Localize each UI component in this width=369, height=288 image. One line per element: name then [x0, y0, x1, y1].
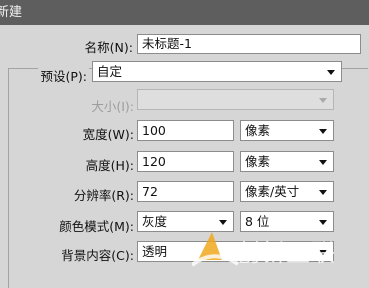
width-unit-select[interactable]: 像素 [240, 120, 334, 141]
chevron-down-icon [327, 69, 335, 75]
height-unit-value: 像素 [245, 154, 271, 169]
width-label: 宽度(W): [82, 127, 134, 142]
chevron-down-icon [219, 219, 227, 225]
name-input[interactable]: 未标题-1 [137, 34, 361, 54]
preset-select[interactable]: 自定 [92, 61, 342, 82]
width-input[interactable]: 100 [137, 120, 234, 141]
size-label: 大小(I): [91, 99, 134, 114]
chevron-down-icon [319, 97, 327, 103]
background-label: 背景内容(C): [61, 248, 134, 263]
chevron-down-icon [319, 159, 327, 165]
size-select [137, 89, 334, 110]
dialog-title-bar: 新建 [0, 0, 369, 25]
color-mode-value: 灰度 [142, 214, 168, 229]
dialog-title: 新建 [0, 5, 23, 20]
background-select[interactable]: 透明 [137, 241, 334, 262]
height-unit-select[interactable]: 像素 [240, 151, 334, 172]
resolution-unit-value: 像素/英寸 [245, 184, 300, 199]
name-label: 名称(N): [84, 40, 133, 55]
resolution-unit-select[interactable]: 像素/英寸 [240, 181, 334, 202]
color-mode-select[interactable]: 灰度 [137, 211, 234, 232]
bit-depth-select[interactable]: 8 位 [240, 211, 334, 232]
chevron-down-icon [319, 189, 327, 195]
chevron-down-icon [319, 128, 327, 134]
preset-value: 自定 [97, 64, 123, 79]
bit-depth-value: 8 位 [245, 214, 270, 229]
height-label: 高度(H): [85, 158, 134, 173]
resolution-label: 分辨率(R): [73, 188, 134, 203]
chevron-down-icon [319, 219, 327, 225]
width-unit-value: 像素 [245, 123, 271, 138]
chevron-down-icon [319, 249, 327, 255]
preset-label: 预设(P): [38, 66, 89, 85]
background-value: 透明 [142, 244, 168, 259]
color-mode-label: 颜色模式(M): [59, 219, 134, 234]
resolution-input[interactable]: 72 [137, 181, 234, 202]
height-input[interactable]: 120 [137, 151, 234, 172]
